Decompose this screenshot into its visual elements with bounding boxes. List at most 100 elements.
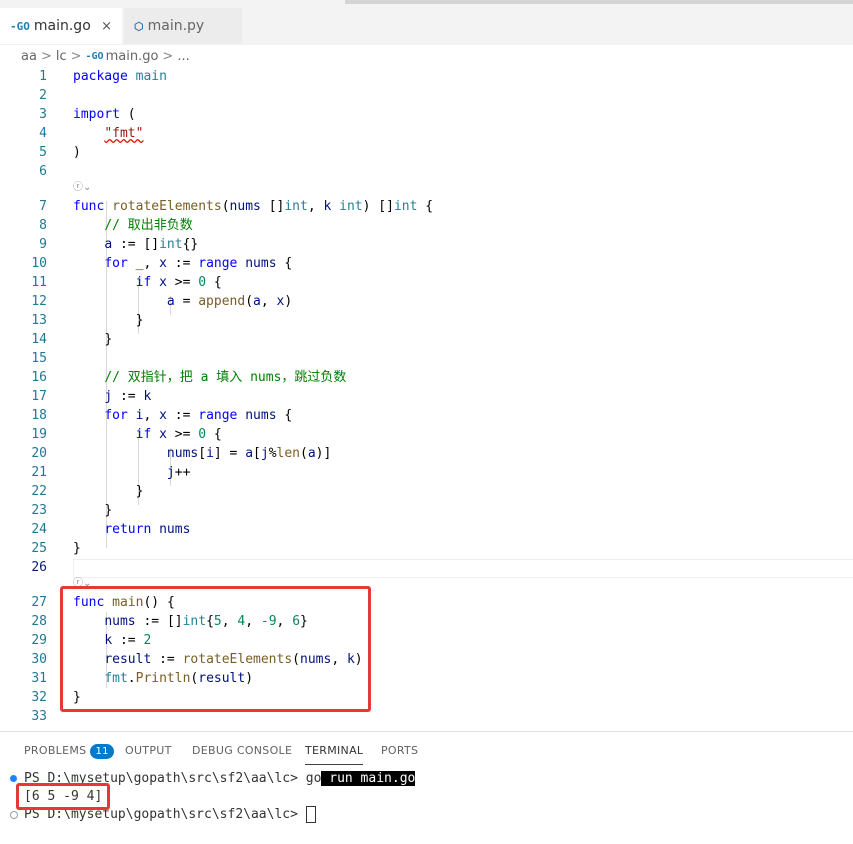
code-token: if xyxy=(135,275,152,290)
code-token: range xyxy=(198,408,238,423)
code-token: func xyxy=(73,199,105,214)
code-token: a xyxy=(104,237,113,252)
code-token: for xyxy=(104,256,128,271)
code-token: "fmt" xyxy=(104,126,144,141)
line-number: 15 xyxy=(31,351,47,366)
line-number: 27 xyxy=(31,595,47,610)
code-line: 21 j++ xyxy=(0,463,853,482)
terminal-line[interactable]: PS D:\mysetup\gopath\src\sf2\aa\lc> go r… xyxy=(0,769,853,788)
code-token: , xyxy=(143,408,152,423)
code-token: a xyxy=(307,446,316,461)
terminal-line[interactable]: PS D:\mysetup\gopath\src\sf2\aa\lc> xyxy=(0,805,853,824)
line-number: 31 xyxy=(31,671,47,686)
breadcrumb-item-aa[interactable]: aa xyxy=(21,49,37,64)
code-token: j xyxy=(104,389,113,404)
breadcrumb: aa > lc > -GO main.go > ... xyxy=(0,45,853,67)
code-token: = xyxy=(182,294,191,309)
tab-scrollbar[interactable] xyxy=(345,0,853,4)
code-line: 7 func rotateElements(nums []int, k int)… xyxy=(0,197,853,216)
code-line: 2 xyxy=(0,86,853,105)
code-token: 0 xyxy=(198,427,207,442)
code-line: 1 package main xyxy=(0,67,853,86)
code-token: x xyxy=(159,256,167,271)
chevron-right-icon: > xyxy=(70,48,82,64)
code-token: nums xyxy=(229,199,261,214)
code-token: [] xyxy=(143,237,160,252)
code-comment: // 双指针，把 a 填入 nums，跳过负数 xyxy=(104,370,347,385)
code-token: int xyxy=(284,199,308,214)
code-token: { xyxy=(213,275,222,290)
command-decoration-icon[interactable] xyxy=(10,811,18,819)
code-token: >= xyxy=(174,427,191,442)
code-token: return xyxy=(104,522,152,537)
line-number: 8 xyxy=(39,218,47,233)
code-line: 24 return nums xyxy=(0,520,853,539)
terminal-line: [6 5 -9 4] xyxy=(0,787,853,806)
annotation-highlight-box xyxy=(60,586,371,712)
tab-terminal[interactable]: TERMINAL xyxy=(305,744,364,765)
tab-main-py[interactable]: ⬡ main.py xyxy=(124,8,242,44)
code-token: main xyxy=(135,69,167,84)
code-token: { xyxy=(284,256,293,271)
code-token: } xyxy=(73,541,81,556)
tab-output[interactable]: OUTPUT xyxy=(125,744,172,764)
code-token: import xyxy=(73,107,120,122)
line-number: 2 xyxy=(39,88,47,103)
breadcrumb-item-symbols[interactable]: ... xyxy=(177,49,189,64)
code-editor[interactable]: 1 package main 2 3 import ( 4 "fmt" 5 ) … xyxy=(0,67,853,730)
code-line: 26 xyxy=(0,558,853,577)
code-line: 4 "fmt" xyxy=(0,124,853,143)
line-number: 26 xyxy=(31,560,47,575)
code-token: rotateElements xyxy=(112,199,222,214)
terminal-command: go xyxy=(305,771,322,786)
line-number: 3 xyxy=(39,107,47,122)
code-token: nums xyxy=(245,256,277,271)
code-token: ( xyxy=(127,107,136,122)
code-token: , xyxy=(143,256,152,271)
code-line: 17 j := k xyxy=(0,387,853,406)
code-token: nums xyxy=(245,408,277,423)
code-token: 0 xyxy=(198,275,207,290)
code-token: i xyxy=(206,446,214,461)
code-token: ++ xyxy=(174,465,191,480)
code-token: ] xyxy=(323,446,332,461)
code-line: 8 // 取出非负数 xyxy=(0,216,853,235)
editor-tab-bar: -GO main.go × ⬡ main.py xyxy=(0,0,853,45)
code-token: nums xyxy=(159,522,191,537)
command-success-decoration-icon[interactable] xyxy=(10,775,17,782)
terminal-cursor xyxy=(305,806,316,823)
code-token: int xyxy=(393,199,418,214)
line-number: 18 xyxy=(31,408,47,423)
line-number: 4 xyxy=(39,126,47,141)
problems-count-badge: 11 xyxy=(90,744,114,759)
line-number: 10 xyxy=(31,256,47,271)
tab-problems[interactable]: PROBLEMS 11 xyxy=(24,744,114,764)
line-number: 13 xyxy=(31,313,47,328)
code-token: ] xyxy=(213,446,222,461)
python-file-icon: ⬡ xyxy=(134,19,144,33)
code-token: ) xyxy=(362,199,371,214)
line-number: 17 xyxy=(31,389,47,404)
code-token: { xyxy=(213,427,222,442)
code-line: 9 a := []int{} xyxy=(0,235,853,254)
code-line: 11 if x >= 0 { xyxy=(0,273,853,292)
breadcrumb-item-file[interactable]: main.go xyxy=(106,49,159,64)
code-token: a xyxy=(245,446,254,461)
code-token: {} xyxy=(182,237,199,252)
tab-debug-console[interactable]: DEBUG CONSOLE xyxy=(192,744,292,764)
line-number: 28 xyxy=(31,614,47,629)
code-line: 15 xyxy=(0,349,853,368)
code-token: nums xyxy=(166,446,199,461)
code-token: x xyxy=(159,408,167,423)
codelens-icon[interactable]: ⓡ⌄ xyxy=(73,181,91,195)
tab-main-go[interactable]: -GO main.go × xyxy=(0,8,122,44)
line-number: 24 xyxy=(31,522,47,537)
code-line: 5 ) xyxy=(0,143,853,162)
code-token: := xyxy=(174,408,191,423)
code-token: range xyxy=(198,256,238,271)
breadcrumb-item-lc[interactable]: lc xyxy=(56,49,67,64)
tab-ports[interactable]: PORTS xyxy=(381,744,418,764)
line-number: 21 xyxy=(31,465,47,480)
close-icon[interactable]: × xyxy=(101,19,112,34)
line-number: 7 xyxy=(39,199,47,214)
